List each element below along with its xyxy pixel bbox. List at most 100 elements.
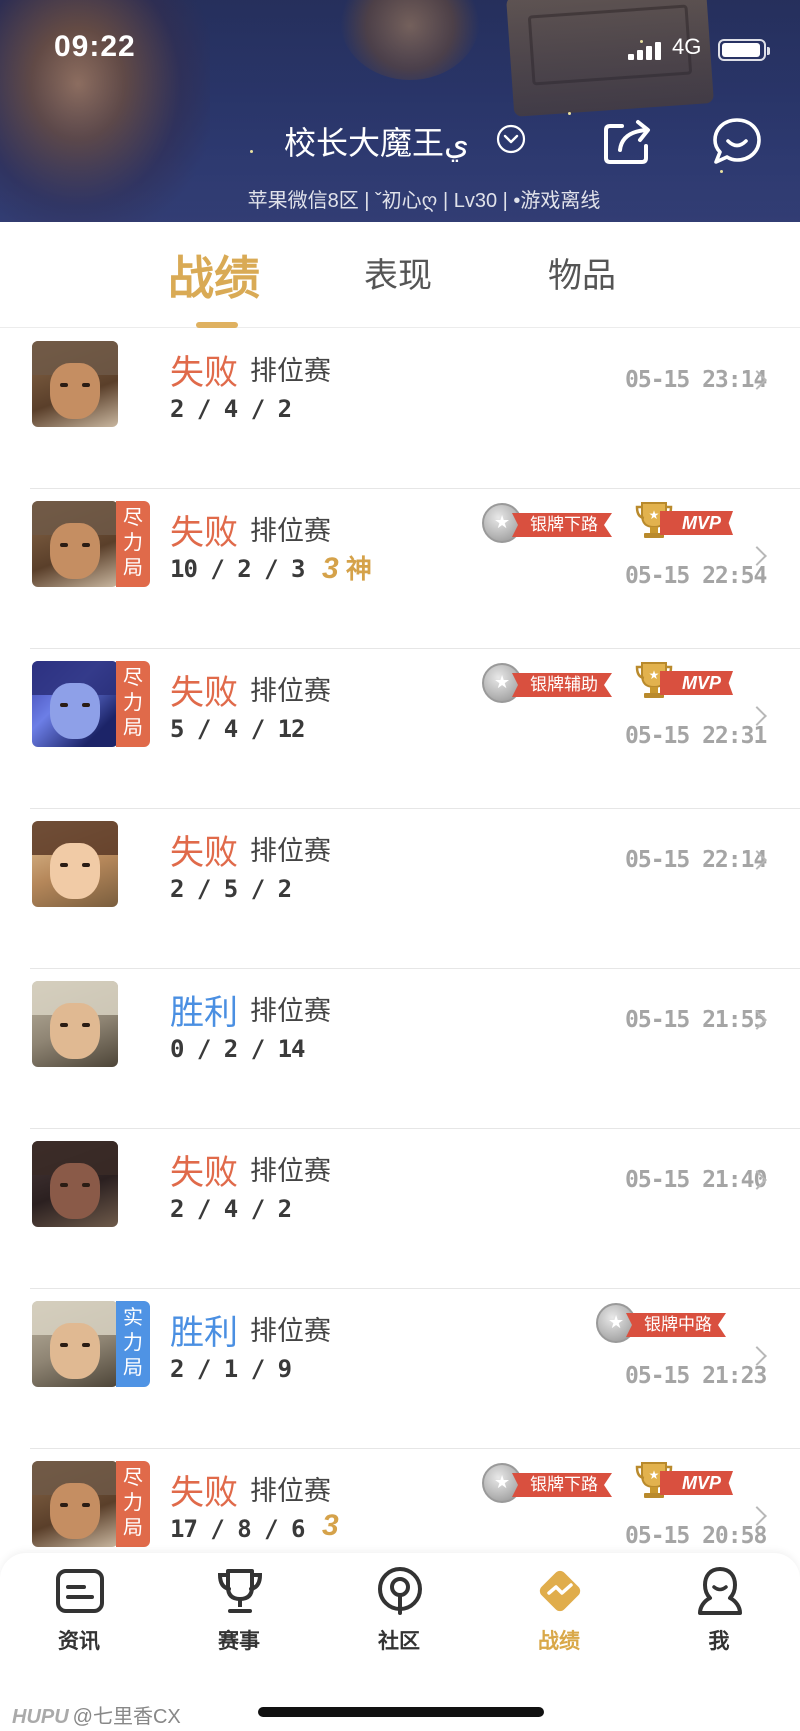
nav-events-label: 赛事 [218,1630,260,1653]
battery-icon [718,39,770,61]
mode-tag: 尽力局 [116,501,150,587]
status-bar: 09:22 4G [0,30,800,70]
username[interactable]: 校长大魔王ي [284,118,469,164]
signal-icon [628,40,664,60]
match-result: 失败 [170,1474,238,1512]
watermark-author: @七里香CX [72,1706,181,1728]
match-row[interactable]: 尽力局失败 排位赛 5 / 4 / 12 ★ 银牌辅助 ★ MVP 05-15 22:31 [0,649,800,809]
match-kda: 5 / 4 / 12 [170,715,305,743]
tab-bar: 战绩 表现 物品 [0,222,800,328]
match-row[interactable]: 实力局胜利 排位赛 2 / 1 / 9 ★ 银牌中路 05-15 21:23 [0,1289,800,1449]
tab-performance[interactable]: 表现 [364,248,432,297]
match-row[interactable]: 失败 排位赛 2 / 4 / 2 05-15 21:40 [0,1129,800,1289]
mode-tag: 实力局 [116,1301,150,1387]
match-kda: 0 / 2 / 14 [170,1035,305,1063]
match-kda: 2 / 4 / 2 [170,395,292,423]
match-time: 05-15 22:54 [625,563,767,589]
match-type: 排位赛 [250,516,331,546]
svg-text:★: ★ [649,668,660,682]
nav-me-label: 我 [708,1630,730,1653]
nav-record-label: 战绩 [538,1630,580,1653]
hero-avatar [32,981,118,1067]
streak-badge: 3 [322,1509,339,1542]
match-list[interactable]: 失败 排位赛 2 / 4 / 2 05-15 23:14 尽力局失败 排位赛 10 / 2 … [0,329,800,1553]
home-indicator[interactable] [258,1707,544,1717]
match-type: 排位赛 [250,996,331,1026]
hero-avatar [32,1141,118,1227]
status-time: 09:22 [54,30,136,63]
hero-avatar [32,1461,118,1547]
match-type: 排位赛 [250,1476,331,1506]
nav-record[interactable]: 战绩 [504,1565,614,1665]
match-result: 失败 [170,354,238,392]
nav-news[interactable]: 资讯 [24,1565,134,1665]
match-result: 失败 [170,514,238,552]
match-time: 05-15 20:58 [625,1523,767,1549]
match-row[interactable]: 尽力局失败 排位赛 17 / 8 / 63 ★ 银牌下路 ★ MVP 05-15 20:58 [0,1449,800,1553]
match-type: 排位赛 [250,676,331,706]
match-row[interactable]: 失败 排位赛 2 / 4 / 2 05-15 23:14 [0,329,800,489]
hero-avatar [32,341,118,427]
match-time: 05-15 21:40 [625,1167,767,1193]
match-kda: 17 / 8 / 6 [170,1515,305,1543]
medal-icon: ★ [482,663,522,703]
match-type: 排位赛 [250,356,331,386]
watermark-brand: HUPU [12,1706,69,1728]
trophy-icon [217,1569,263,1613]
match-row[interactable]: 失败 排位赛 2 / 5 / 2 05-15 22:14 [0,809,800,969]
svg-text:★: ★ [649,508,660,522]
hero-avatar [32,501,118,587]
mode-tag: 尽力局 [116,661,150,747]
hero-avatar [32,661,118,747]
streak-badge: 3 神 [322,552,372,585]
active-tab-indicator [196,322,238,328]
match-type: 排位赛 [250,1316,331,1346]
match-kda: 2 / 1 / 9 [170,1355,292,1383]
watermark: HUPU @七里香CX [12,1700,181,1729]
profile-icon [698,1567,742,1615]
svg-text:★: ★ [649,1468,660,1482]
tab-items[interactable]: 物品 [548,248,616,297]
match-result: 失败 [170,834,238,872]
medal-icon: ★ [596,1303,636,1343]
share-icon[interactable] [602,116,656,166]
match-time: 05-15 21:55 [625,1007,767,1033]
nav-community[interactable]: 社区 [344,1565,454,1665]
hero-avatar [32,821,118,907]
mvp-badge[interactable]: ★ MVP [634,659,734,701]
nav-events[interactable]: 赛事 [184,1565,294,1665]
nav-me[interactable]: 我 [664,1565,774,1665]
match-row[interactable]: 尽力局失败 排位赛 10 / 2 / 33 神 ★ 银牌下路 ★ MVP 05-15 22:5… [0,489,800,649]
match-time: 05-15 22:14 [625,847,767,873]
tab-record[interactable]: 战绩 [168,242,260,308]
match-result: 失败 [170,1154,238,1192]
match-type: 排位赛 [250,836,331,866]
mvp-badge[interactable]: ★ MVP [634,1459,734,1501]
mvp-badge[interactable]: ★ MVP [634,499,734,541]
record-icon [539,1570,581,1612]
match-kda: 2 / 5 / 2 [170,875,292,903]
match-result: 胜利 [170,994,238,1032]
match-kda: 2 / 4 / 2 [170,1195,292,1223]
hero-avatar [32,1301,118,1387]
match-time: 05-15 21:23 [625,1363,767,1389]
chat-icon[interactable] [710,116,764,166]
chevron-down-circle-icon[interactable] [496,124,526,154]
match-row[interactable]: 胜利 排位赛 0 / 2 / 14 05-15 21:55 [0,969,800,1129]
profile-info: 苹果微信8区 | ˇ初心ღ | Lv30 | •游戏离线 [247,190,601,212]
match-time: 05-15 22:31 [625,723,767,749]
medal-icon: ★ [482,1463,522,1503]
mode-tag: 尽力局 [116,1461,150,1547]
nav-news-label: 资讯 [58,1630,100,1653]
nav-community-label: 社区 [378,1630,420,1653]
match-time: 05-15 23:14 [625,367,767,393]
network-type: 4G [672,34,702,59]
profile-header: 09:22 4G 校长大魔王ي 苹果微信8区 | ˇ初心ღ | Lv30 | •… [0,0,800,222]
match-type: 排位赛 [250,1156,331,1186]
match-kda: 10 / 2 / 3 [170,555,305,583]
match-result: 失败 [170,674,238,712]
medal-icon: ★ [482,503,522,543]
match-result: 胜利 [170,1314,238,1352]
community-icon [378,1567,422,1615]
news-icon [56,1569,104,1613]
